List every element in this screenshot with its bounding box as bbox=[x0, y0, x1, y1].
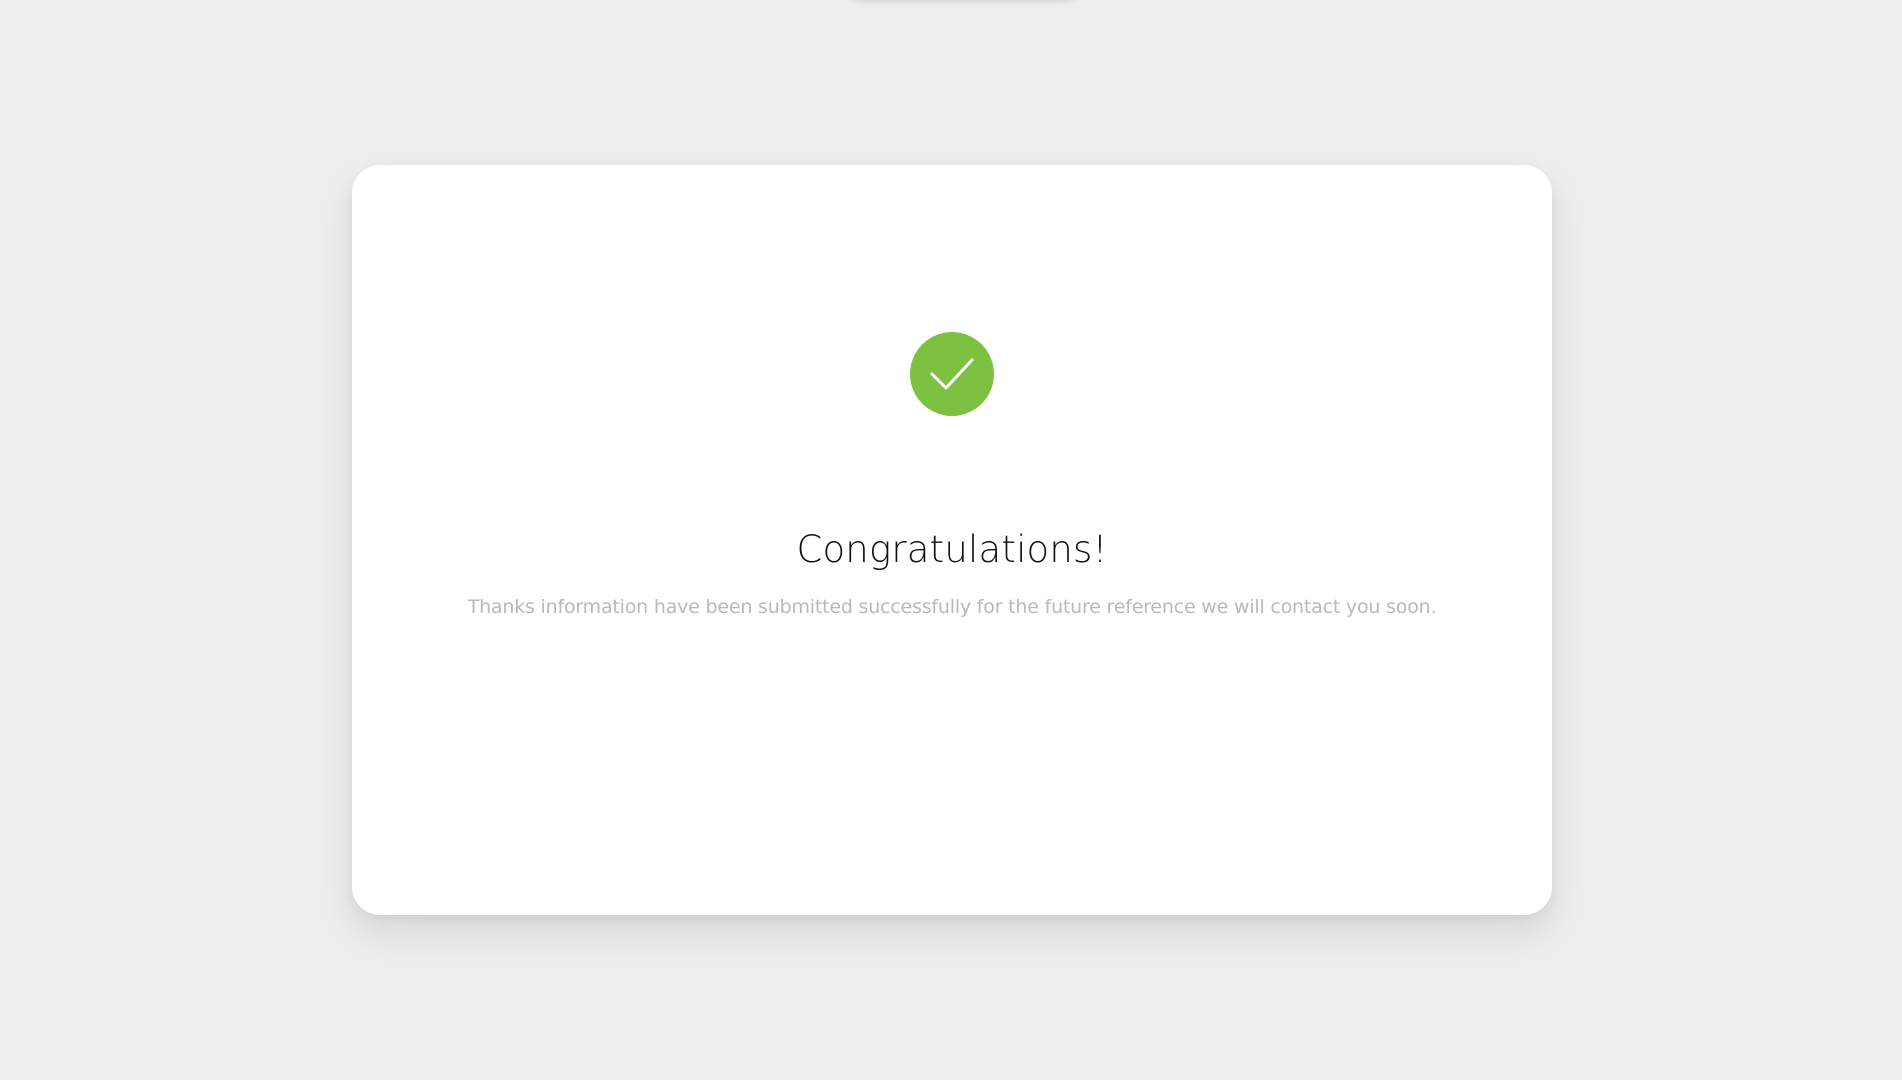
success-message: Thanks information have been submitted s… bbox=[467, 596, 1437, 618]
success-title: Congratulations! bbox=[796, 528, 1108, 571]
success-card: Congratulations! Thanks information have… bbox=[352, 165, 1552, 915]
page: Congratulations! Thanks information have… bbox=[0, 0, 1902, 1080]
success-check-icon bbox=[910, 332, 994, 416]
check-icon bbox=[910, 332, 994, 416]
check-circle bbox=[910, 332, 994, 416]
